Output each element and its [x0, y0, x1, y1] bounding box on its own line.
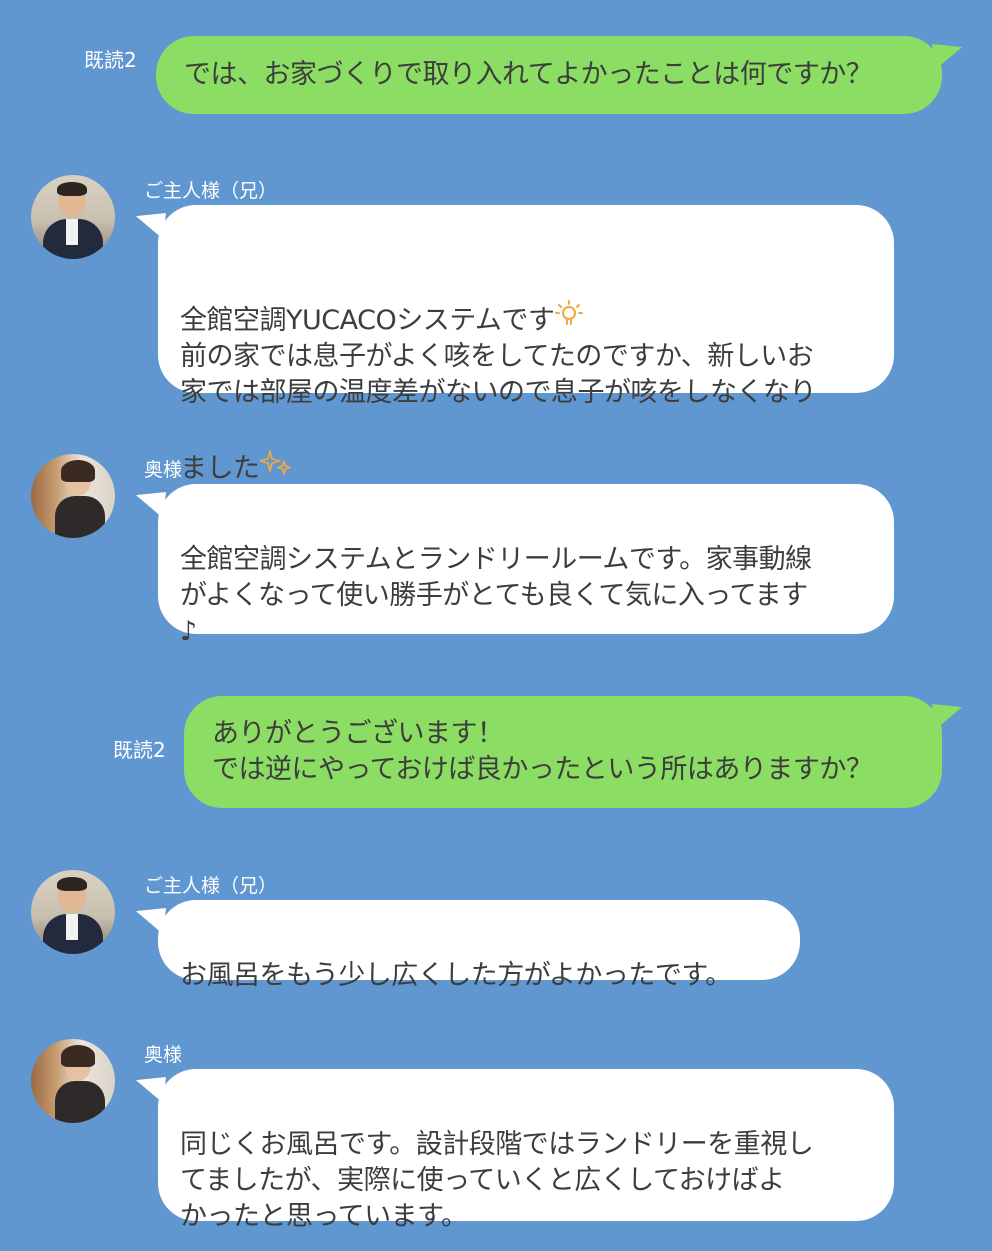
sender-name: ご主人様（兄）: [144, 875, 278, 897]
incoming-message-bubble[interactable]: お風呂をもう少し広くした方がよかったです。: [158, 900, 800, 991]
lightbulb-icon: [554, 263, 584, 339]
husband-avatar[interactable]: [31, 870, 115, 954]
husband-avatar[interactable]: [31, 175, 115, 259]
message-text: 前の家では息子がよく咳をしてたのですか、新しいお 家では部屋の温度差がないので息…: [180, 341, 817, 487]
sparkles-icon: [258, 411, 294, 487]
read-receipt: 既読2: [84, 48, 137, 72]
incoming-message-bubble[interactable]: 全館空調YUCACOシステムです 前の家では息子がよく咳をしてたのですか、新しい…: [158, 205, 894, 484]
outgoing-message-bubble[interactable]: では、お家づくりで取り入れてよかったことは何ですか？: [156, 36, 942, 114]
message-text: では、お家づくりで取り入れてよかったことは何ですか？: [184, 59, 873, 90]
read-receipt: 既読2: [113, 738, 166, 762]
sender-name: 奥様: [144, 1044, 183, 1066]
message-text: 全館空調YUCACOシステムです: [180, 305, 555, 336]
message-text: ありがとうございます！ では逆にやっておけば良かったという所はありますか？: [212, 718, 873, 785]
incoming-message-bubble[interactable]: 同じくお風呂です。設計段階ではランドリーを重視し てましたが、実際に使っていくと…: [158, 1069, 894, 1232]
message-text: 全館空調システムとランドリールームです。家事動線 がよくなって使い勝手がとても良…: [180, 544, 812, 647]
message-text: お風呂をもう少し広くした方がよかったです。: [180, 960, 732, 991]
wife-avatar[interactable]: [31, 454, 115, 538]
outgoing-message-bubble[interactable]: ありがとうございます！ では逆にやっておけば良かったという所はありますか？: [184, 696, 942, 808]
sender-name: 奥様: [144, 459, 183, 481]
sender-name: ご主人様（兄）: [144, 180, 278, 202]
message-text: 同じくお風呂です。設計段階ではランドリーを重視し てましたが、実際に使っていくと…: [180, 1129, 814, 1232]
incoming-message-bubble[interactable]: 全館空調システムとランドリールームです。家事動線 がよくなって使い勝手がとても良…: [158, 484, 894, 647]
wife-avatar[interactable]: [31, 1039, 115, 1123]
